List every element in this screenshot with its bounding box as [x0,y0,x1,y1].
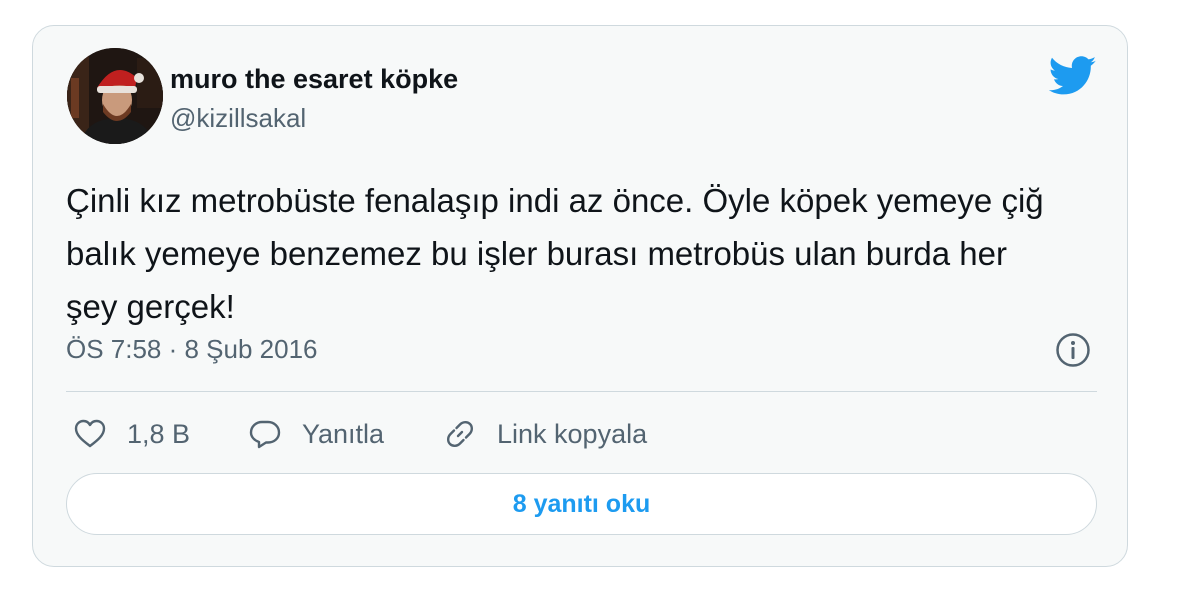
tweet-timestamp[interactable]: ÖS 7:58 · 8 Şub 2016 [66,334,318,365]
tweet-text: Çinli kız metrobüste fenalaşıp indi az ö… [66,182,1044,325]
avatar-image [67,48,163,144]
avatar[interactable] [67,48,163,144]
link-icon [446,420,474,448]
like-count: 1,8 B [127,418,191,449]
reply-button[interactable]: Yanıtla [248,414,384,454]
info-icon[interactable] [1055,332,1091,368]
speech-bubble-icon [249,420,281,449]
divider [66,391,1097,392]
like-button[interactable]: 1,8 B [73,414,190,454]
reply-label: Yanıtla [302,418,385,449]
read-replies-label: 8 yanıtı oku [512,489,651,518]
copy-link-button[interactable]: Link kopyala [443,414,647,454]
twitter-bird-icon[interactable] [1049,56,1097,96]
user-handle[interactable]: @kizillsakal [170,103,306,134]
heart-icon [74,419,106,448]
copy-link-label: Link kopyala [497,418,648,449]
display-name[interactable]: muro the esaret köpke [170,64,458,95]
read-replies-button[interactable]: 8 yanıtı oku [66,473,1097,535]
tweet-card: muro the esaret köpke @kizillsakal Çinli… [32,25,1128,567]
